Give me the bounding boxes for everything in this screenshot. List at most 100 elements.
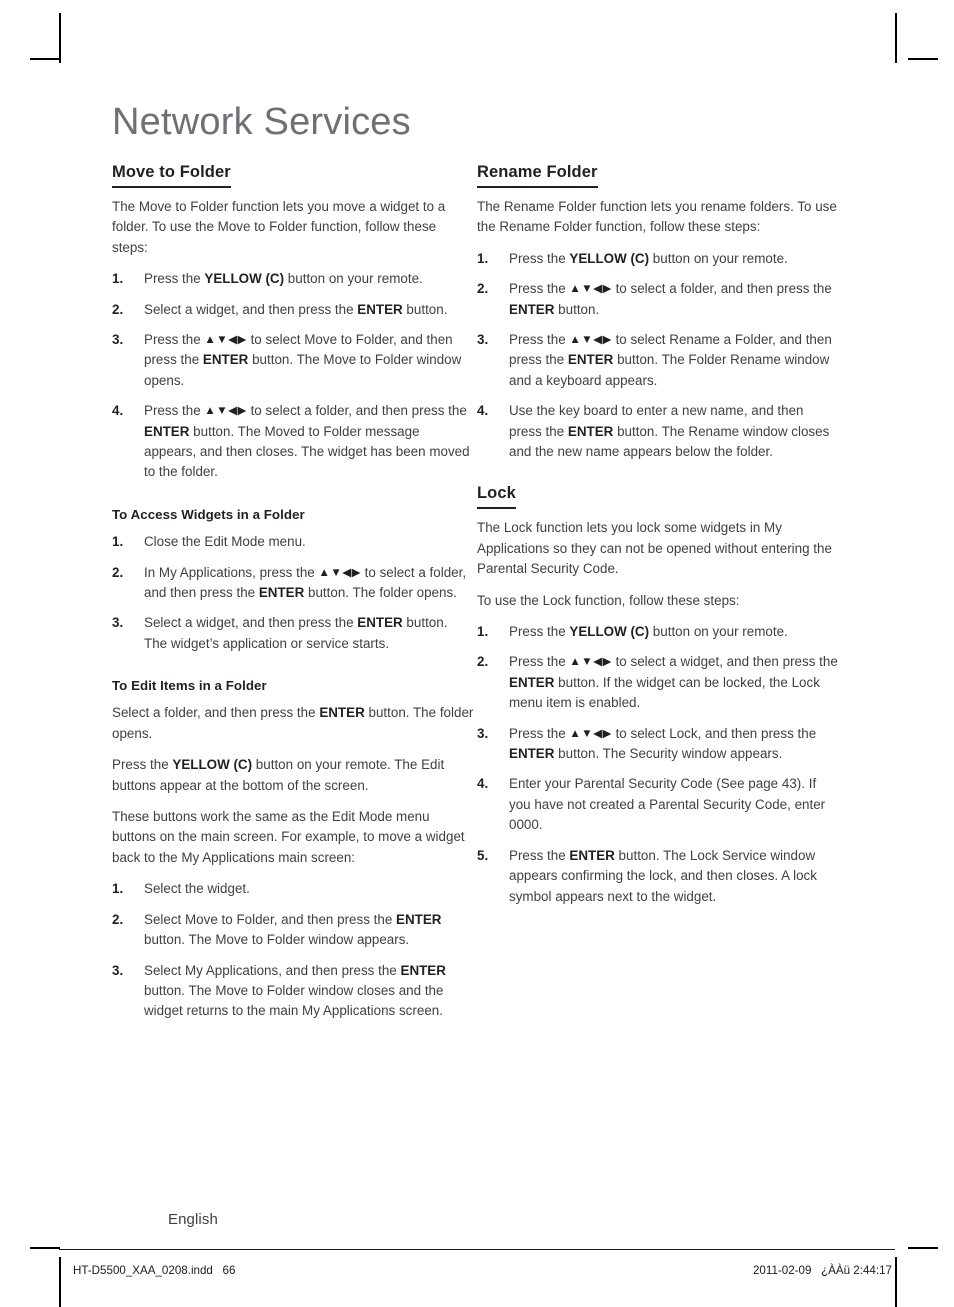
rename-folder-intro: The Rename Folder function lets you rena…: [477, 198, 837, 235]
heading-access-widgets: To Access Widgets in a Folder: [112, 506, 305, 522]
list-item-number: 4.: [477, 403, 489, 419]
body-text: Press the: [509, 281, 570, 297]
body-text: Select My Applications, and then press t…: [144, 962, 401, 978]
list-item-number: 1.: [477, 624, 489, 640]
body-text: Press the: [509, 250, 570, 266]
list-item: 1. Close the Edit Mode menu.: [112, 532, 474, 552]
list-item: 3. Press the ▲▼◀▶ to select Rename a Fold…: [477, 330, 839, 391]
body-text: Press the: [509, 847, 570, 863]
list-item: 4. Press the ▲▼◀▶ to select a folder, and…: [112, 401, 474, 483]
list-item-number: 3.: [477, 725, 489, 741]
emphasis-text: YELLOW (C): [204, 271, 285, 287]
list-item-number: 4.: [477, 776, 489, 792]
list-item: 4. Use the key board to enter a new name,…: [477, 401, 839, 462]
list-item-number: 2.: [477, 281, 489, 297]
list-item: 2. Press the ▲▼◀▶ to select a widget, and…: [477, 652, 839, 713]
list-item-number: 3.: [477, 332, 489, 347]
heading-move-to-folder: Move to Folder: [112, 163, 231, 188]
emphasis-text: ENTER: [357, 615, 403, 631]
body-text: Press the: [509, 624, 570, 640]
body-text: button on your remote.: [649, 250, 788, 266]
emphasis-text: YELLOW (C): [172, 757, 253, 773]
body-text: These buttons work the same as the Edit …: [112, 809, 465, 865]
body-text: Press the: [144, 271, 205, 287]
list-item: 2. Press the ▲▼◀▶ to select a folder, and…: [477, 279, 839, 320]
move-to-folder-intro: The Move to Folder function lets you mov…: [112, 198, 446, 255]
list-item: 1. Press the YELLOW (C) button on your re…: [477, 622, 839, 642]
footer-file-info: HT-D5500_XAA_0208.indd 66: [73, 1264, 236, 1277]
emphasis-text: ENTER: [509, 301, 555, 317]
body-text: Press the: [144, 403, 205, 419]
rename-folder-steps: 1. Press the YELLOW (C) button on your re…: [477, 249, 839, 463]
left-column: Move to Folder The Move to Folder functi…: [112, 163, 474, 1022]
manual-page: Network Services Move to Folder The Move…: [0, 0, 954, 1307]
body-text: button. The Moved to Folder message appe…: [144, 423, 470, 480]
body-text: Press the: [509, 332, 570, 347]
list-item-number: 2.: [112, 301, 124, 317]
paragraph: Press the YELLOW (C) button on your remo…: [112, 755, 474, 796]
body-text: button.: [402, 301, 448, 317]
list-item-number: 4.: [112, 403, 124, 419]
direction-arrows-icon: ▲▼◀▶: [569, 334, 612, 346]
body-text: Select a widget, and then press the: [144, 615, 358, 631]
emphasis-text: ENTER: [319, 705, 365, 721]
direction-arrows-icon: ▲▼◀▶: [569, 283, 612, 296]
body-text: button on your remote.: [284, 271, 423, 287]
emphasis-text: ENTER: [258, 584, 305, 600]
lock-intro-secondary: To use the Lock function, follow these s…: [477, 592, 740, 608]
language-label: English: [168, 1211, 218, 1228]
emphasis-text: ENTER: [569, 847, 615, 863]
right-column: Rename Folder The Rename Folder function…: [477, 163, 839, 1022]
body-text: button. If the widget can be locked, the…: [509, 674, 820, 711]
list-item-number: 1.: [477, 250, 489, 266]
body-text: to select a folder, and then press the: [246, 403, 467, 419]
body-text: Close the Edit Mode menu.: [144, 534, 306, 550]
body-text: Press the: [509, 725, 570, 741]
body-text: Press the: [509, 654, 570, 670]
body-text: Press the: [112, 757, 173, 773]
emphasis-text: ENTER: [567, 352, 614, 368]
heading-edit-items: To Edit Items in a Folder: [112, 678, 267, 694]
direction-arrows-icon: ▲▼◀▶: [204, 334, 247, 346]
page-title: Network Services: [112, 101, 411, 143]
direction-arrows-icon: ▲▼◀▶: [318, 566, 361, 579]
list-item: 5. Press the ENTER button. The Lock Servi…: [477, 846, 839, 907]
body-text: Press the: [144, 332, 205, 347]
list-item: 3. Press the ▲▼◀▶ to select Move to Folde…: [112, 330, 474, 391]
direction-arrows-icon: ▲▼◀▶: [569, 656, 612, 669]
body-text: button.: [554, 301, 600, 317]
direction-arrows-icon: ▲▼◀▶: [569, 727, 612, 740]
emphasis-text: ENTER: [357, 301, 403, 317]
list-item-number: 2.: [112, 564, 124, 580]
emphasis-text: ENTER: [509, 746, 555, 762]
direction-arrows-icon: ▲▼◀▶: [204, 405, 247, 418]
body-text: button. The Move to Folder window appear…: [144, 932, 410, 948]
body-text: button. The Move to Folder window closes…: [144, 982, 444, 1019]
body-text: Select Move to Folder, and then press th…: [144, 911, 397, 927]
body-text: Select the widget.: [144, 881, 250, 897]
body-text: button on your remote.: [649, 624, 788, 640]
list-item: 2. Select Move to Folder, and then press …: [112, 910, 474, 951]
list-item-number: 1.: [112, 534, 124, 550]
footer-timestamp: 2011-02-09 ¿ÀÀü 2:44:17: [752, 1264, 892, 1277]
list-item-number: 2.: [112, 911, 124, 927]
body-text: Enter your Parental Security Code (See p…: [509, 776, 826, 833]
emphasis-text: ENTER: [144, 423, 190, 439]
body-text: to select a folder, and then press the: [611, 281, 832, 297]
list-item: 1. Press the YELLOW (C) button on your re…: [112, 269, 474, 289]
lock-intro: The Lock function lets you lock some wid…: [477, 520, 832, 577]
emphasis-text: ENTER: [509, 674, 555, 690]
paragraph: Select a folder, and then press the ENTE…: [112, 703, 474, 744]
list-item: 3. Select a widget, and then press the EN…: [112, 613, 474, 654]
move-to-folder-steps: 1. Press the YELLOW (C) button on your re…: [112, 269, 474, 483]
emphasis-text: ENTER: [396, 911, 442, 927]
two-column-body: Move to Folder The Move to Folder functi…: [0, 163, 954, 1022]
edit-items-steps: 1. Select the widget. 2. Select Move to Fol…: [112, 879, 474, 1021]
list-item: 3. Select My Applications, and then press…: [112, 961, 474, 1022]
list-item-number: 3.: [112, 962, 124, 978]
list-item-number: 2.: [477, 654, 489, 670]
access-widgets-steps: 1. Close the Edit Mode menu. 2. In My Appli…: [112, 532, 474, 654]
list-item: 4. Enter your Parental Security Code (See…: [477, 774, 839, 835]
list-item-number: 5.: [477, 847, 489, 863]
list-item: 1. Select the widget.: [112, 879, 474, 899]
